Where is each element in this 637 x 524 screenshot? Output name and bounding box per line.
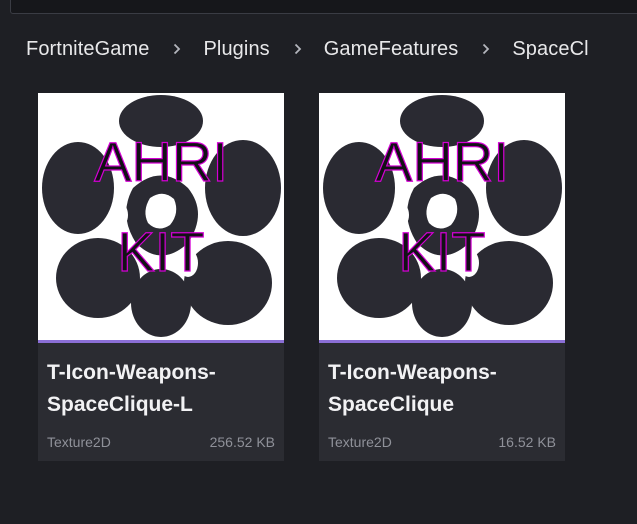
breadcrumb-item-spacecl[interactable]: SpaceCl [512, 38, 588, 61]
chevron-right-icon[interactable] [173, 43, 181, 55]
asset-name: T-Icon-Weapons- SpaceClique-L [47, 357, 279, 421]
asset-type-label: Texture2D [47, 434, 111, 450]
thumbnail-text-line1: AHRI [94, 130, 228, 193]
asset-name-line2: SpaceClique-L [47, 393, 193, 416]
content-browser: FortniteGame Plugins GameFeatures SpaceC… [0, 0, 637, 524]
asset-name-line1: T-Icon-Weapons- [328, 361, 497, 384]
asset-name: T-Icon-Weapons- SpaceClique [328, 357, 560, 421]
asset-tile[interactable]: AHRI KIT T-Icon-Weapons- SpaceClique-L T… [38, 93, 284, 461]
asset-meta: Texture2D 16.52 KB [328, 434, 556, 450]
asset-meta: Texture2D 256.52 KB [47, 434, 275, 450]
chevron-right-icon[interactable] [294, 43, 302, 55]
ahri-emblem-image: AHRI KIT [323, 95, 562, 337]
breadcrumb-item-plugins[interactable]: Plugins [203, 38, 269, 61]
asset-thumbnail: AHRI KIT [38, 93, 284, 340]
asset-thumbnail: AHRI KIT [319, 93, 565, 340]
search-input[interactable] [10, 0, 637, 14]
asset-name-line1: T-Icon-Weapons- [47, 361, 216, 384]
thumbnail-text-line2: KIT [117, 220, 204, 283]
breadcrumb-item-fortnitegame[interactable]: FortniteGame [26, 38, 149, 61]
asset-type-accent-bar [319, 340, 565, 343]
ahri-emblem-image: AHRI KIT [42, 95, 281, 337]
chevron-right-icon[interactable] [482, 43, 490, 55]
breadcrumb: FortniteGame Plugins GameFeatures SpaceC… [0, 34, 637, 64]
asset-type-accent-bar [38, 340, 284, 343]
asset-name-line2: SpaceClique [328, 393, 455, 416]
asset-tile[interactable]: AHRI KIT T-Icon-Weapons- SpaceClique Tex… [319, 93, 565, 461]
asset-type-label: Texture2D [328, 434, 392, 450]
asset-size-label: 16.52 KB [498, 434, 556, 450]
breadcrumb-item-gamefeatures[interactable]: GameFeatures [324, 38, 459, 61]
asset-size-label: 256.52 KB [209, 434, 275, 450]
thumbnail-text-line1: AHRI [375, 130, 509, 193]
thumbnail-text-line2: KIT [398, 220, 485, 283]
